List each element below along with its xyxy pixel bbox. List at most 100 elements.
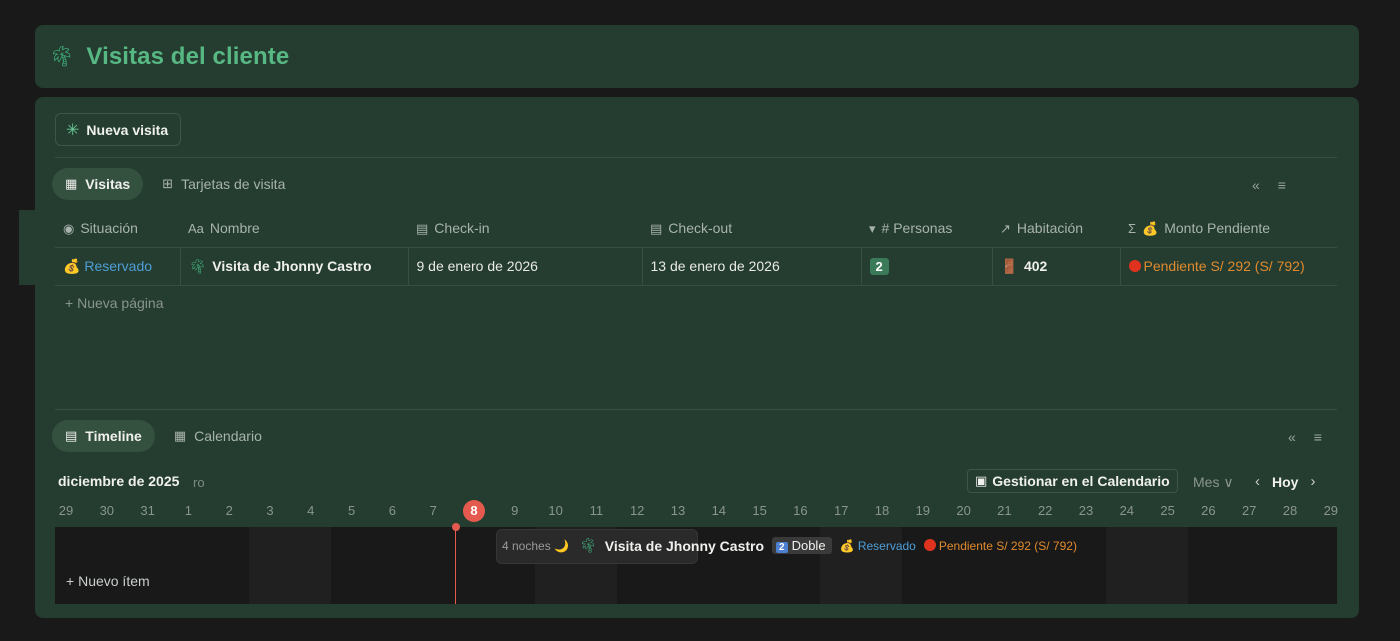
timeline-day-label: 28 xyxy=(1282,503,1298,518)
red-circle-icon xyxy=(1128,260,1141,272)
palm-tree-icon: 🌴︎ xyxy=(579,537,597,553)
column-header-situacion[interactable]: ◉ Situación xyxy=(55,210,180,248)
money-bag-icon: 💰 xyxy=(63,257,85,274)
timeline-day-label: 14 xyxy=(711,503,727,518)
column-header-personas[interactable]: ▾ # Personas xyxy=(861,210,992,248)
view-tabs-top: ▦ Visitas ⊞ Tarjetas de visita xyxy=(52,168,298,200)
scale-select[interactable]: Mes ∨ xyxy=(1193,474,1234,491)
settings-sliders-icon[interactable]: ≡ xyxy=(1314,429,1322,445)
eye-icon: ◉ xyxy=(63,220,75,236)
timeline-day-header: 29 30 31 1 2 3 4 5 6 7 8 9 10 11 12 13 14 15 16 17 18 19 20 21 2… xyxy=(55,500,1345,522)
page-title: Visitas del cliente xyxy=(86,42,290,70)
timeline-day-label: 9 xyxy=(511,503,519,518)
timeline-day-label: 13 xyxy=(670,503,686,518)
timeline-day-label: 3 xyxy=(266,503,274,518)
timeline-day-label: 7 xyxy=(429,503,437,518)
timeline-day-label: 17 xyxy=(833,503,849,518)
money-bag-icon: 💰 xyxy=(1142,220,1159,236)
visit-name: Visita de Jhonny Castro xyxy=(212,257,372,274)
tab-visitas[interactable]: ▦ Visitas xyxy=(52,168,144,200)
tab-timeline[interactable]: ▤ Timeline xyxy=(52,420,155,452)
timeline-day-label: 22 xyxy=(1037,503,1053,518)
timeline-day-label: 2 xyxy=(225,503,233,518)
settings-sliders-icon[interactable]: ≡ xyxy=(1278,177,1286,193)
tab-calendario[interactable]: ▦ Calendario xyxy=(161,420,275,452)
status-badge: Reservado xyxy=(84,257,153,274)
red-circle-icon xyxy=(923,538,936,551)
view-tools-bottom: « ≡ xyxy=(1288,429,1322,445)
timeline-day-label: 29 xyxy=(58,503,74,518)
text-icon: Aa xyxy=(188,221,204,237)
timeline-day-label: 18 xyxy=(874,503,890,518)
cell-personas[interactable]: 2 xyxy=(861,247,993,286)
timeline-day-label: 20 xyxy=(956,503,971,518)
new-page-button[interactable]: + Nueva página xyxy=(65,295,163,311)
column-header-habitacion[interactable]: ↗ Habitación xyxy=(992,210,1120,248)
new-item-button[interactable]: + Nuevo ítem xyxy=(66,573,150,589)
timeline-day-label: 5 xyxy=(347,503,356,518)
keycap-2-icon: 2 xyxy=(776,542,788,553)
today-line xyxy=(455,527,456,604)
tab-tarjetas-de-visita[interactable]: ⊞ Tarjetas de visita xyxy=(149,168,298,200)
table-row[interactable]: 💰 Reservado 🌴︎ Visita de Jhonny Castro 9 … xyxy=(55,247,1337,286)
timeline-day-label: 10 xyxy=(548,503,563,518)
database-card: ✳ Nueva visita ▦ Visitas ⊞ Tarjetas de v… xyxy=(35,97,1359,618)
timeline-day-label: 6 xyxy=(388,503,396,518)
room-number: 402 xyxy=(1023,257,1048,274)
timeline-day-label: 29 xyxy=(1323,503,1339,518)
timeline-status: 💰 Reservado xyxy=(839,538,916,553)
timeline-day-label: 4 xyxy=(307,503,315,518)
chevron-right-icon[interactable]: › xyxy=(1310,473,1315,490)
timeline-item-label[interactable]: 4 noches 🌙 🌴︎ Visita de Jhonny Castro 2D… xyxy=(502,537,1077,554)
timeline-day-label: 27 xyxy=(1241,503,1257,518)
chevron-down-icon: ∨ xyxy=(1223,474,1234,490)
column-header-check-in[interactable]: ▤ Check-in xyxy=(408,210,642,248)
door-icon: 🚪 xyxy=(1000,257,1018,274)
view-tabs-bottom: ▤ Timeline ▦ Calendario xyxy=(52,420,275,452)
table-icon: ▦ xyxy=(65,176,78,191)
money-bag-icon: 💰 xyxy=(839,538,858,553)
weekend-band xyxy=(1106,527,1188,604)
plus-icon: + xyxy=(65,295,78,311)
collapse-icon[interactable]: « xyxy=(1288,429,1296,445)
column-header-check-out[interactable]: ▤ Check-out xyxy=(642,210,861,248)
timeline-day-label: 15 xyxy=(752,503,767,518)
sparkle-icon: ✳ xyxy=(66,121,80,139)
timeline-icon: ▤ xyxy=(65,428,78,443)
cell-monto-pendiente[interactable]: Pendiente S/ 292 (S/ 792) xyxy=(1120,247,1337,286)
room-type-tag: 2 Doble xyxy=(772,537,832,554)
cell-situacion[interactable]: 💰 Reservado xyxy=(55,247,181,286)
timeline-month-label: diciembre de 2025 xyxy=(58,473,180,489)
cell-nombre[interactable]: 🌴︎ Visita de Jhonny Castro xyxy=(180,247,409,286)
timeline-day-label: 30 xyxy=(99,503,115,518)
column-header-monto-pendiente[interactable]: Σ 💰 Monto Pendiente xyxy=(1120,210,1337,248)
visits-table: ◉ Situación Aa Nombre ▤ Check-in ▤ Check-out… xyxy=(55,210,1337,286)
column-header-nombre[interactable]: Aa Nombre xyxy=(180,210,408,248)
calendar-icon: ▤ xyxy=(650,220,663,236)
today-button[interactable]: Hoy xyxy=(1272,474,1298,490)
new-visit-label: Nueva visita xyxy=(86,121,169,138)
table-header-row: ◉ Situación Aa Nombre ▤ Check-in ▤ Check-out… xyxy=(55,210,1337,248)
weekend-band xyxy=(249,527,331,604)
sigma-icon: Σ xyxy=(1128,220,1137,236)
cell-habitacion[interactable]: 🚪 402 xyxy=(992,247,1121,286)
collapse-icon[interactable]: « xyxy=(1252,177,1260,193)
timeline-pending: Pendiente S/ 292 (S/ 792) xyxy=(923,538,1077,553)
timeline-day-label: 31 xyxy=(140,503,155,518)
timeline-body: 4 noches 🌙 🌴︎ Visita de Jhonny Castro 2D… xyxy=(55,527,1337,604)
timeline-day-label: 16 xyxy=(793,503,808,518)
gallery-icon: ⊞ xyxy=(162,176,174,191)
today-marker-dot xyxy=(452,523,460,531)
cell-check-out[interactable]: 13 de enero de 2026 xyxy=(642,247,862,286)
plus-icon: + xyxy=(66,573,79,589)
tab-label: Visitas xyxy=(85,176,131,192)
moon-icon: 🌙 xyxy=(554,538,569,553)
cell-check-in[interactable]: 9 de enero de 2026 xyxy=(408,247,643,286)
palm-tree-icon: 🌴︎ xyxy=(188,257,207,274)
select-icon: ▾ xyxy=(869,220,876,236)
chevron-left-icon[interactable]: ‹ xyxy=(1255,473,1260,490)
timeline-day-label: 24 xyxy=(1119,503,1135,518)
new-visit-button[interactable]: ✳ Nueva visita xyxy=(55,113,182,146)
timeline-visit-name: Visita de Jhonny Castro xyxy=(604,537,765,554)
manage-calendar-button[interactable]: ▣ Gestionar en el Calendario xyxy=(967,469,1178,493)
